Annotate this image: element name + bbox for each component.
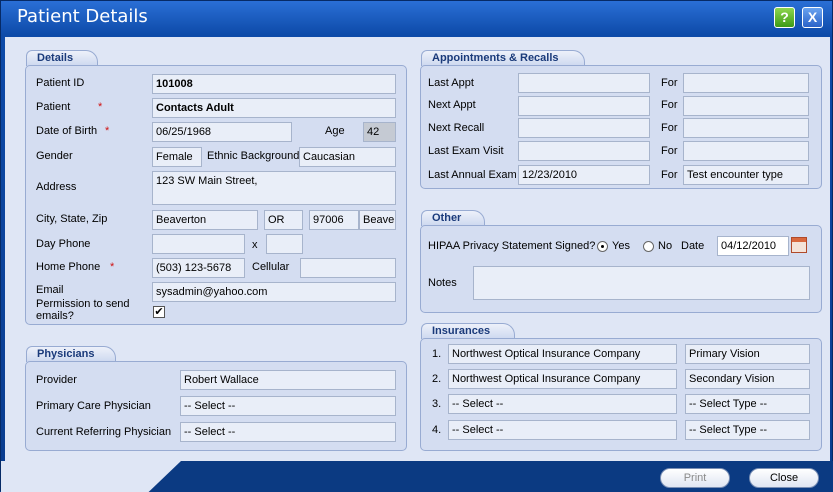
hipaa-no-label: No	[658, 240, 673, 252]
day-phone-field[interactable]	[152, 234, 245, 254]
required-marker: *	[110, 261, 115, 273]
required-marker: *	[98, 101, 103, 113]
calendar-icon[interactable]	[791, 237, 807, 253]
last-appt-field[interactable]	[518, 73, 650, 93]
for-label: For	[661, 77, 678, 89]
hipaa-yes-radio[interactable]	[597, 241, 608, 252]
insurance-row-number: 1.	[432, 348, 442, 360]
insurance-type-field[interactable]: Secondary Vision	[685, 369, 810, 389]
last-annual-exam-for-field[interactable]: Test encounter type	[683, 165, 809, 185]
print-button[interactable]: Print	[660, 468, 730, 488]
other-tab: Other	[421, 210, 485, 226]
insurance-type-field[interactable]: Primary Vision	[685, 344, 810, 364]
insurance-row-number: 2.	[432, 373, 442, 385]
referring-physician-select[interactable]: -- Select --	[180, 422, 396, 442]
state-field[interactable]: OR	[264, 210, 303, 230]
details-tab: Details	[26, 50, 98, 66]
hipaa-date-field[interactable]: 04/12/2010	[717, 236, 789, 256]
permission-label: Permission to send emails?	[36, 298, 130, 322]
last-annual-exam-label: Last Annual Exam	[428, 169, 517, 181]
insurance-company-select[interactable]: -- Select --	[448, 394, 677, 414]
pcp-label: Primary Care Physician	[36, 400, 151, 412]
close-window-button[interactable]: X	[802, 7, 823, 28]
referring-physician-label: Current Referring Physician	[36, 426, 172, 438]
required-marker: *	[105, 125, 110, 137]
address-label: Address	[36, 181, 77, 193]
last-exam-visit-label: Last Exam Visit	[428, 145, 504, 157]
next-appt-label: Next Appt	[428, 99, 476, 111]
extension-field[interactable]	[266, 234, 303, 254]
home-phone-label: Home Phone	[36, 261, 101, 273]
insurance-type-select[interactable]: -- Select Type --	[685, 420, 810, 440]
next-recall-label: Next Recall	[428, 122, 485, 134]
patient-id-label: Patient ID	[36, 77, 85, 89]
close-button[interactable]: Close	[749, 468, 819, 488]
age-label: Age	[325, 125, 345, 137]
dob-label: Date of Birth	[36, 125, 98, 137]
city-field[interactable]: Beaverton	[152, 210, 258, 230]
last-appt-label: Last Appt	[428, 77, 474, 89]
hipaa-date-label: Date	[681, 240, 705, 252]
insurance-type-select[interactable]: -- Select Type --	[685, 394, 810, 414]
insurance-company-select[interactable]: -- Select --	[448, 420, 677, 440]
insurance-company-field[interactable]: Northwest Optical Insurance Company	[448, 369, 677, 389]
pcp-select[interactable]: -- Select --	[180, 396, 396, 416]
next-appt-field[interactable]	[518, 96, 650, 116]
title-bar: Patient Details ? X	[1, 1, 833, 35]
last-annual-exam-field[interactable]: 12/23/2010	[518, 165, 650, 185]
day-phone-label: Day Phone	[36, 238, 91, 250]
for-label: For	[661, 122, 678, 134]
notes-field[interactable]	[473, 266, 810, 300]
county-field[interactable]: Beave	[359, 210, 396, 230]
insurance-row-number: 3.	[432, 398, 442, 410]
address-field[interactable]: 123 SW Main Street,	[152, 171, 396, 205]
patient-details-window: Patient Details ? X Print Close Details …	[0, 0, 833, 492]
patient-label: Patient	[36, 101, 71, 113]
notes-label: Notes	[428, 277, 457, 289]
gender-label: Gender	[36, 150, 73, 162]
help-button[interactable]: ?	[774, 7, 795, 28]
provider-label: Provider	[36, 374, 77, 386]
insurances-tab: Insurances	[421, 323, 515, 339]
ethnic-field[interactable]: Caucasian	[299, 147, 396, 167]
next-recall-for-field[interactable]	[683, 118, 809, 138]
email-field[interactable]: sysadmin@yahoo.com	[152, 282, 396, 302]
hipaa-label: HIPAA Privacy Statement Signed?	[428, 240, 596, 252]
ethnic-label: Ethnic Background	[207, 150, 300, 162]
insurance-row-number: 4.	[432, 424, 442, 436]
zip-field[interactable]: 97006	[309, 210, 359, 230]
next-appt-for-field[interactable]	[683, 96, 809, 116]
for-label: For	[661, 145, 678, 157]
patient-name-field[interactable]: Contacts Adult	[152, 98, 396, 118]
hipaa-no-radio[interactable]	[643, 241, 654, 252]
age-field: 42	[363, 122, 396, 142]
appointments-tab: Appointments & Recalls	[421, 50, 585, 66]
dob-field[interactable]: 06/25/1968	[152, 122, 292, 142]
permission-checkbox[interactable]: ✔	[153, 306, 165, 318]
cellular-label: Cellular	[252, 261, 290, 273]
physicians-tab: Physicians	[26, 346, 116, 362]
last-exam-visit-for-field[interactable]	[683, 141, 809, 161]
for-label: For	[661, 99, 678, 111]
window-title: Patient Details	[17, 6, 148, 27]
next-recall-field[interactable]	[518, 118, 650, 138]
gender-field[interactable]: Female	[152, 147, 202, 167]
last-appt-for-field[interactable]	[683, 73, 809, 93]
home-phone-field[interactable]: (503) 123-5678	[152, 258, 245, 278]
email-label: Email	[36, 284, 64, 296]
last-exam-visit-field[interactable]	[518, 141, 650, 161]
insurance-company-field[interactable]: Northwest Optical Insurance Company	[448, 344, 677, 364]
patient-id-field[interactable]: 101008	[152, 74, 396, 94]
city-state-zip-label: City, State, Zip	[36, 213, 108, 225]
for-label: For	[661, 169, 678, 181]
cellular-field[interactable]	[300, 258, 396, 278]
extension-label: x	[252, 239, 258, 251]
hipaa-yes-label: Yes	[612, 240, 630, 252]
provider-field[interactable]: Robert Wallace	[180, 370, 396, 390]
